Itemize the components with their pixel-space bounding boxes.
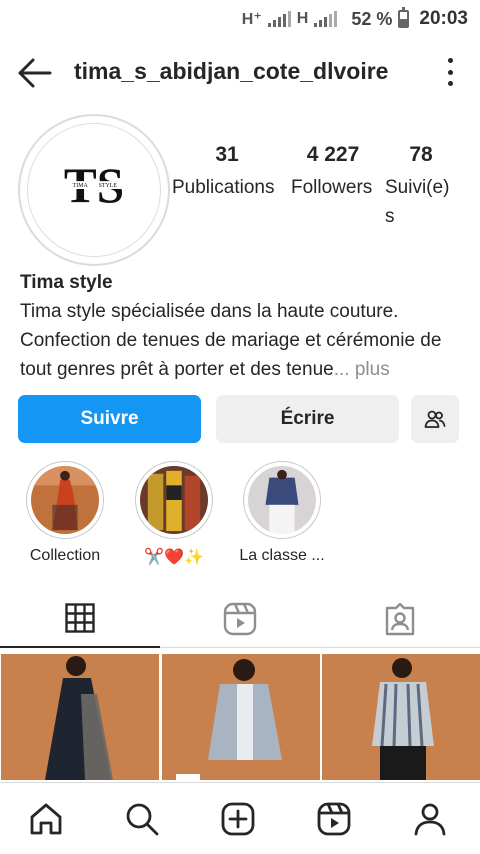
network-type-2: H (296, 10, 309, 27)
reels-icon (223, 602, 257, 635)
nav-create[interactable] (220, 801, 256, 837)
stat-following-value: 78 (409, 143, 433, 166)
svg-text:TIMA: TIMA (73, 183, 89, 189)
bio-section: Tima style Tima style spécialisée dans l… (20, 268, 468, 384)
network-type-1: H⁺ (241, 11, 262, 28)
arrow-left-icon (18, 58, 52, 88)
stat-publications-value: 31 (215, 143, 239, 166)
stat-following-label: Suivi(e)s (385, 177, 450, 227)
nav-home[interactable] (28, 801, 64, 837)
post-thumbnail[interactable] (1, 654, 159, 780)
highlight-emoji[interactable]: ✂️❤️✨ (120, 461, 228, 567)
bio-more-link[interactable]: plus (350, 359, 390, 380)
status-bar: H⁺ H 52 % 20:03 (0, 0, 480, 38)
message-button[interactable]: Écrire (216, 395, 399, 443)
stat-following[interactable]: 78 Suivi(e)s (385, 143, 457, 231)
stat-publications-label: Publications (172, 177, 275, 198)
avatar[interactable]: TS TIMA STYLE (27, 123, 161, 257)
highlight-label: ✂️❤️✨ (144, 549, 204, 566)
highlight-image (140, 466, 208, 534)
tab-tagged[interactable] (320, 590, 480, 648)
follow-button[interactable]: Suivre (18, 395, 201, 443)
profile-username: tima_s_abidjan_cote_dlvoire (74, 58, 389, 84)
profile-header: tima_s_abidjan_cote_dlvoire (0, 52, 480, 96)
grid-icon (65, 603, 95, 633)
clock: 20:03 (419, 8, 468, 29)
stat-followers[interactable]: 4 227 Followers (291, 143, 375, 202)
tagged-icon (385, 602, 415, 635)
tab-posts-grid[interactable] (0, 590, 160, 648)
highlight-label: Collection (29, 547, 101, 564)
nav-reels[interactable] (316, 801, 352, 837)
vertical-dots-icon (447, 58, 453, 63)
search-icon (126, 803, 159, 836)
bottom-navigation (0, 782, 480, 854)
suggested-accounts-button[interactable] (411, 395, 459, 443)
battery-percent: 52 % (351, 8, 393, 29)
highlight-la-classe[interactable]: La classe ... (228, 461, 336, 565)
profile-icon (414, 803, 446, 836)
post-thumbnail[interactable] (162, 654, 320, 780)
highlight-collection[interactable]: Collection (11, 461, 119, 565)
profile-display-name: Tima style (20, 272, 113, 293)
bio-text: Tima style spécialisée dans la haute cou… (20, 301, 442, 380)
tab-reels[interactable] (160, 590, 320, 648)
post-thumbnail[interactable] (322, 654, 480, 780)
reels-icon (317, 802, 351, 836)
home-icon (30, 803, 62, 835)
battery-icon (398, 7, 410, 28)
create-post-icon (221, 802, 255, 836)
highlight-image (248, 466, 316, 534)
posts-grid (0, 654, 480, 780)
nav-search[interactable] (124, 801, 160, 837)
stat-followers-value: 4 227 (306, 143, 360, 166)
options-button[interactable] (446, 58, 454, 86)
stat-followers-label: Followers (291, 177, 373, 198)
nav-profile[interactable] (412, 801, 448, 837)
signal-icon-1 (267, 11, 291, 27)
signal-icon-2 (314, 11, 338, 27)
content-tabs (0, 590, 480, 648)
highlight-image (31, 466, 99, 534)
ts-logo: TS TIMA STYLE (64, 158, 124, 213)
svg-text:STYLE: STYLE (99, 183, 118, 189)
add-people-icon (424, 410, 446, 428)
highlight-label: La classe ... (239, 547, 325, 564)
stat-publications[interactable]: 31 Publications (172, 143, 282, 202)
back-button[interactable] (16, 56, 54, 90)
